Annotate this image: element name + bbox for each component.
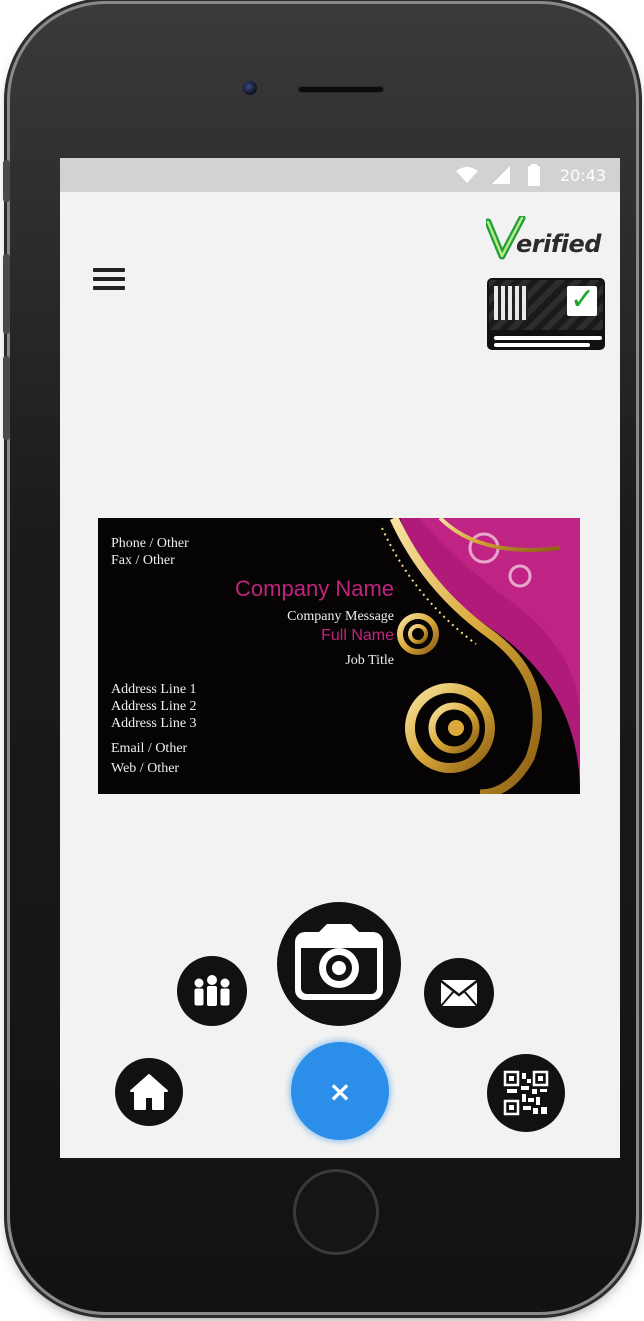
qr-mini-icon	[494, 286, 528, 320]
camera-icon	[295, 924, 383, 1000]
phone-frame: 20:43 erified ✓ Phone / Other Fax / Othe…	[10, 4, 636, 1312]
bc-fax: Fax / Other	[111, 553, 175, 568]
bc-web: Web / Other	[111, 761, 180, 776]
earpiece-speaker	[298, 86, 384, 93]
bc-full-name: Full Name	[321, 627, 394, 644]
mail-button[interactable]	[424, 958, 494, 1028]
front-camera	[243, 81, 257, 95]
close-icon: ×	[328, 1074, 352, 1108]
camera-button[interactable]	[277, 902, 401, 1026]
bc-company-message: Company Message	[287, 609, 394, 624]
bc-phone: Phone / Other	[111, 536, 189, 551]
business-card[interactable]: Phone / Other Fax / Other Company Name C…	[98, 518, 580, 794]
close-menu-button[interactable]: ×	[291, 1042, 389, 1140]
gold-swirl-decoration	[381, 518, 580, 794]
mail-icon	[440, 980, 478, 1007]
qr-code-icon	[503, 1070, 549, 1116]
bc-email: Email / Other	[111, 741, 188, 756]
volume-up-button	[3, 254, 10, 334]
bc-address-line-1: Address Line 1	[111, 682, 197, 697]
verified-text: erified	[516, 230, 601, 258]
bc-address-line-2: Address Line 2	[111, 699, 197, 714]
bc-address-line-3: Address Line 3	[111, 716, 197, 731]
signal-icon	[492, 166, 510, 184]
hamburger-menu-icon[interactable]	[93, 268, 125, 294]
verified-logo: erified	[486, 216, 606, 264]
bc-job-title: Job Title	[345, 653, 394, 668]
status-time: 20:43	[559, 166, 606, 185]
contacts-icon	[194, 975, 230, 1006]
home-button[interactable]	[115, 1058, 183, 1126]
home-icon	[130, 1074, 168, 1110]
mute-switch	[3, 160, 10, 202]
verified-id-card-icon[interactable]: ✓	[487, 278, 605, 350]
status-bar: 20:43	[60, 158, 620, 192]
contacts-button[interactable]	[177, 956, 247, 1026]
battery-icon	[528, 164, 540, 186]
phone-home-button[interactable]	[293, 1169, 379, 1255]
wifi-icon	[456, 167, 478, 183]
bc-company-name: Company Name	[235, 576, 394, 601]
green-check-icon: ✓	[570, 282, 596, 317]
volume-down-button	[3, 356, 10, 440]
qr-code-button[interactable]	[487, 1054, 565, 1132]
app-screen: 20:43 erified ✓ Phone / Other Fax / Othe…	[60, 158, 620, 1158]
